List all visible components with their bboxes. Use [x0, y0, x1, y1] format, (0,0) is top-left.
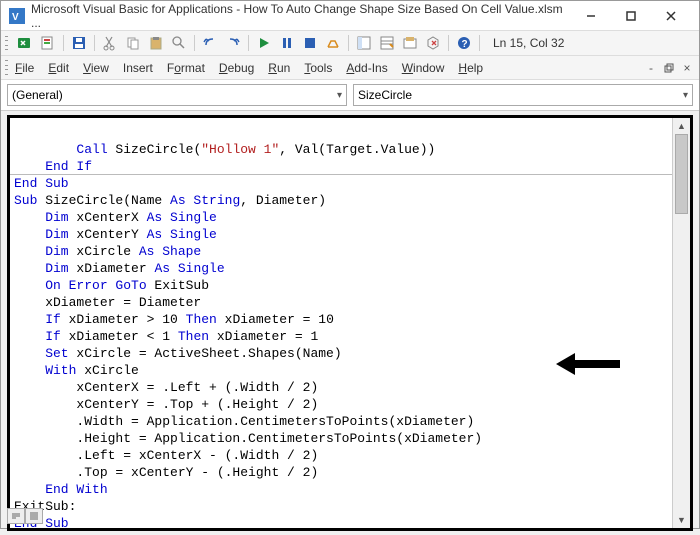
mdi-minimize-icon[interactable]: -	[643, 60, 659, 76]
code-pane: Call SizeCircle("Hollow 1", Val(Target.V…	[1, 111, 699, 535]
reset-icon[interactable]	[300, 33, 320, 53]
vertical-scrollbar[interactable]: ▲ ▼	[672, 118, 690, 528]
menu-window[interactable]: Window	[402, 61, 445, 75]
grip-icon	[5, 34, 10, 52]
run-icon[interactable]	[254, 33, 274, 53]
maximize-button[interactable]	[611, 2, 651, 30]
close-button[interactable]	[651, 2, 691, 30]
help-icon[interactable]: ?	[454, 33, 474, 53]
copy-icon[interactable]	[123, 33, 143, 53]
mdi-close-icon[interactable]: ×	[679, 60, 695, 76]
menu-view[interactable]: View	[83, 61, 109, 75]
svg-text:V: V	[12, 12, 19, 23]
window-title: Microsoft Visual Basic for Applications …	[31, 2, 571, 30]
chevron-down-icon: ▾	[683, 90, 688, 101]
menu-tools[interactable]: Tools	[304, 61, 332, 75]
menu-insert[interactable]: Insert	[123, 61, 153, 75]
grip-icon	[5, 59, 10, 77]
object-dropdown[interactable]: (General) ▾	[7, 84, 347, 106]
scroll-thumb[interactable]	[675, 134, 688, 214]
mdi-restore-icon[interactable]	[661, 60, 677, 76]
toolbar-main: ? Ln 15, Col 32	[1, 31, 699, 56]
menu-help[interactable]: Help	[458, 61, 483, 75]
procedure-divider	[10, 174, 672, 175]
separator	[63, 35, 64, 51]
save-icon[interactable]	[69, 33, 89, 53]
view-excel-icon[interactable]	[15, 33, 35, 53]
properties-icon[interactable]	[377, 33, 397, 53]
annotation-arrow-icon	[555, 351, 621, 377]
procedure-dropdown-value: SizeCircle	[358, 88, 412, 102]
app-icon: V	[9, 8, 25, 24]
code-text[interactable]: Call SizeCircle("Hollow 1", Val(Target.V…	[10, 118, 672, 528]
menu-run[interactable]: Run	[268, 61, 290, 75]
procedure-dropdown[interactable]: SizeCircle ▾	[353, 84, 693, 106]
design-mode-icon[interactable]	[323, 33, 343, 53]
break-icon[interactable]	[277, 33, 297, 53]
chevron-down-icon: ▾	[337, 90, 342, 101]
scroll-down-icon[interactable]: ▼	[673, 512, 690, 528]
svg-text:?: ?	[462, 39, 468, 50]
separator	[448, 35, 449, 51]
code-editor[interactable]: Call SizeCircle("Hollow 1", Val(Target.V…	[7, 115, 693, 531]
object-browser-icon[interactable]	[400, 33, 420, 53]
menu-debug[interactable]: Debug	[219, 61, 254, 75]
procedure-view-button[interactable]	[7, 508, 25, 524]
undo-icon[interactable]	[200, 33, 220, 53]
paste-icon[interactable]	[146, 33, 166, 53]
toolbox-icon[interactable]	[423, 33, 443, 53]
menu-format[interactable]: Format	[167, 61, 205, 75]
full-module-view-button[interactable]	[25, 508, 43, 524]
separator	[194, 35, 195, 51]
separator	[248, 35, 249, 51]
insert-module-icon[interactable]	[38, 33, 58, 53]
menubar: File Edit View Insert Format Debug Run T…	[1, 56, 699, 80]
separator	[94, 35, 95, 51]
find-icon[interactable]	[169, 33, 189, 53]
code-selectors: (General) ▾ SizeCircle ▾	[1, 80, 699, 111]
project-explorer-icon[interactable]	[354, 33, 374, 53]
titlebar: V Microsoft Visual Basic for Application…	[1, 1, 699, 31]
menu-edit[interactable]: Edit	[48, 61, 69, 75]
view-mode-buttons	[7, 508, 43, 524]
menu-file[interactable]: File	[15, 61, 34, 75]
menu-addins[interactable]: Add-Ins	[346, 61, 387, 75]
cut-icon[interactable]	[100, 33, 120, 53]
separator	[479, 35, 480, 51]
scroll-up-icon[interactable]: ▲	[673, 118, 690, 134]
redo-icon[interactable]	[223, 33, 243, 53]
object-dropdown-value: (General)	[12, 88, 63, 102]
minimize-button[interactable]	[571, 2, 611, 30]
separator	[348, 35, 349, 51]
cursor-position: Ln 15, Col 32	[493, 36, 564, 50]
